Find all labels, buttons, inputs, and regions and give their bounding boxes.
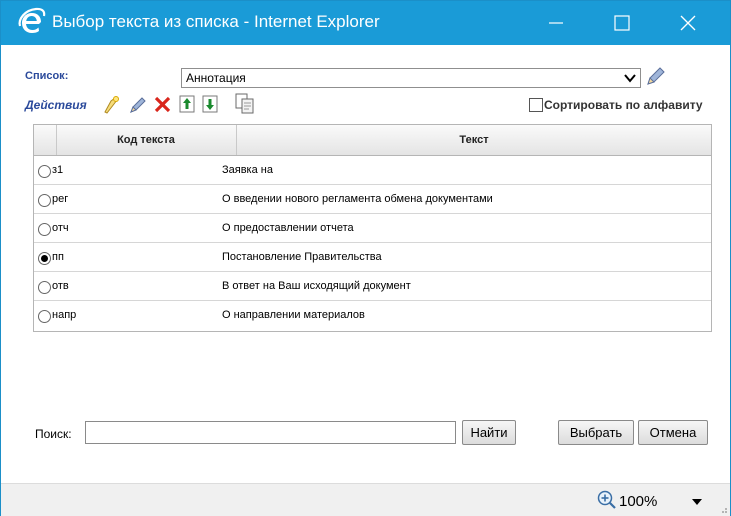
zoom-level: 100% [619, 493, 658, 510]
cell-code: пп [52, 251, 64, 263]
list-label: Список: [25, 70, 69, 82]
row-radio[interactable] [38, 281, 51, 294]
cell-code: рег [52, 193, 69, 205]
table-row[interactable]: напр О направлении материалов [34, 301, 711, 329]
cell-text: О введении нового регламента обмена доку… [222, 193, 493, 205]
cell-code: з1 [52, 164, 64, 176]
table-row[interactable]: пп Постановление Правительства [34, 243, 711, 272]
search-input[interactable] [85, 421, 456, 444]
table-row[interactable]: отч О предоставлении отчета [34, 214, 711, 243]
chevron-down-icon [624, 74, 636, 83]
maximize-icon [614, 15, 630, 31]
table-header: Код текста Текст [34, 125, 711, 156]
sort-alphabetically-checkbox[interactable] [529, 98, 543, 112]
resize-grip-icon[interactable] [718, 504, 728, 514]
header-code[interactable]: Код текста [56, 125, 237, 155]
cell-code: отч [52, 222, 69, 234]
radio-dot [41, 255, 48, 262]
list-select-value: Аннотация [186, 71, 246, 85]
window-title: Выбор текста из списка - Internet Explor… [52, 12, 380, 31]
minimize-button[interactable] [533, 1, 579, 45]
texts-table: Код текста Текст з1 Заявка на рег О введ… [33, 124, 712, 332]
row-radio[interactable] [38, 194, 51, 207]
row-radio[interactable] [38, 223, 51, 236]
zoom-dropdown-icon[interactable] [691, 498, 703, 506]
table-row[interactable]: отв В ответ на Ваш исходящий документ [34, 272, 711, 301]
move-down-icon[interactable] [202, 95, 218, 113]
minimize-icon [549, 22, 563, 24]
cell-code: отв [52, 280, 69, 292]
close-button[interactable] [665, 1, 711, 45]
title-bar: Выбор текста из списка - Internet Explor… [1, 1, 730, 45]
new-icon[interactable] [101, 95, 121, 115]
cell-text: В ответ на Ваш исходящий документ [222, 280, 411, 292]
edit-list-icon[interactable] [644, 66, 666, 88]
edit-icon[interactable] [128, 95, 148, 115]
dialog-window: Выбор текста из списка - Internet Explor… [0, 0, 731, 516]
header-text[interactable]: Текст [237, 125, 711, 155]
find-button[interactable]: Найти [462, 420, 516, 445]
copy-icon[interactable] [234, 92, 256, 114]
zoom-icon[interactable] [596, 489, 618, 511]
delete-icon[interactable] [153, 95, 173, 115]
select-button[interactable]: Выбрать [558, 420, 634, 445]
cancel-button[interactable]: Отмена [638, 420, 708, 445]
header-select-column [34, 125, 57, 155]
internet-explorer-icon [18, 7, 46, 33]
actions-label: Действия [25, 98, 87, 112]
status-bar: 100% [1, 483, 730, 516]
cell-text: О предоставлении отчета [222, 222, 354, 234]
cell-text: Постановление Правительства [222, 251, 382, 263]
search-label: Поиск: [35, 427, 72, 441]
cell-text: Заявка на [222, 164, 273, 176]
row-radio[interactable] [38, 165, 51, 178]
list-select[interactable]: Аннотация [181, 68, 641, 88]
cell-code: напр [52, 309, 77, 321]
row-radio[interactable] [38, 310, 51, 323]
row-radio-selected[interactable] [38, 252, 51, 265]
table-row[interactable]: рег О введении нового регламента обмена … [34, 185, 711, 214]
close-icon [680, 15, 696, 31]
maximize-button[interactable] [599, 1, 645, 45]
table-row[interactable]: з1 Заявка на [34, 156, 711, 185]
sort-alphabetically-label: Сортировать по алфавиту [544, 98, 703, 112]
move-up-icon[interactable] [179, 95, 195, 113]
cell-text: О направлении материалов [222, 309, 365, 321]
